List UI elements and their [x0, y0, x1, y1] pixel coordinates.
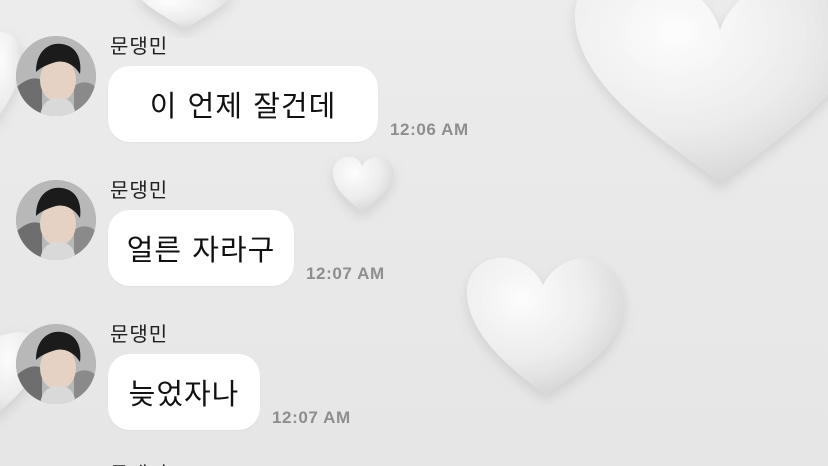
- message-row: 문댕민 얼른 자라구 12:07 AM: [0, 144, 828, 286]
- message-timestamp: 12:07 AM: [272, 408, 351, 427]
- message-row: 문댕민 늦었자나 12:07 AM: [0, 288, 828, 430]
- message-timestamp: 12:06 AM: [390, 120, 469, 139]
- avatar-photo: [16, 36, 96, 116]
- avatar[interactable]: [16, 324, 96, 404]
- message-text: 이 언제 잘건데: [149, 89, 337, 123]
- sender-name-partial: 문댕민: [110, 458, 168, 466]
- avatar[interactable]: [16, 180, 96, 260]
- sender-name: 문댕민: [110, 322, 169, 346]
- avatar[interactable]: [16, 36, 96, 116]
- message-bubble[interactable]: 얼른 자라구: [108, 210, 294, 286]
- message-text: 늦었자나: [128, 377, 240, 411]
- message-text: 얼른 자라구: [126, 233, 276, 267]
- avatar-photo: [16, 324, 96, 404]
- message-bubble[interactable]: 이 언제 잘건데: [108, 66, 378, 142]
- chat-thread[interactable]: 문댕민 이 언제 잘건데 12:06 AM 문댕민 얼른 자라구 12:07 A…: [0, 0, 828, 466]
- avatar-photo: [16, 180, 96, 260]
- message-bubble[interactable]: 늦었자나: [108, 354, 260, 430]
- sender-name: 문댕민: [110, 34, 169, 58]
- message-timestamp: 12:07 AM: [306, 264, 385, 283]
- message-row: 문댕민 이 언제 잘건데 12:06 AM: [0, 0, 828, 142]
- sender-name: 문댕민: [110, 178, 169, 202]
